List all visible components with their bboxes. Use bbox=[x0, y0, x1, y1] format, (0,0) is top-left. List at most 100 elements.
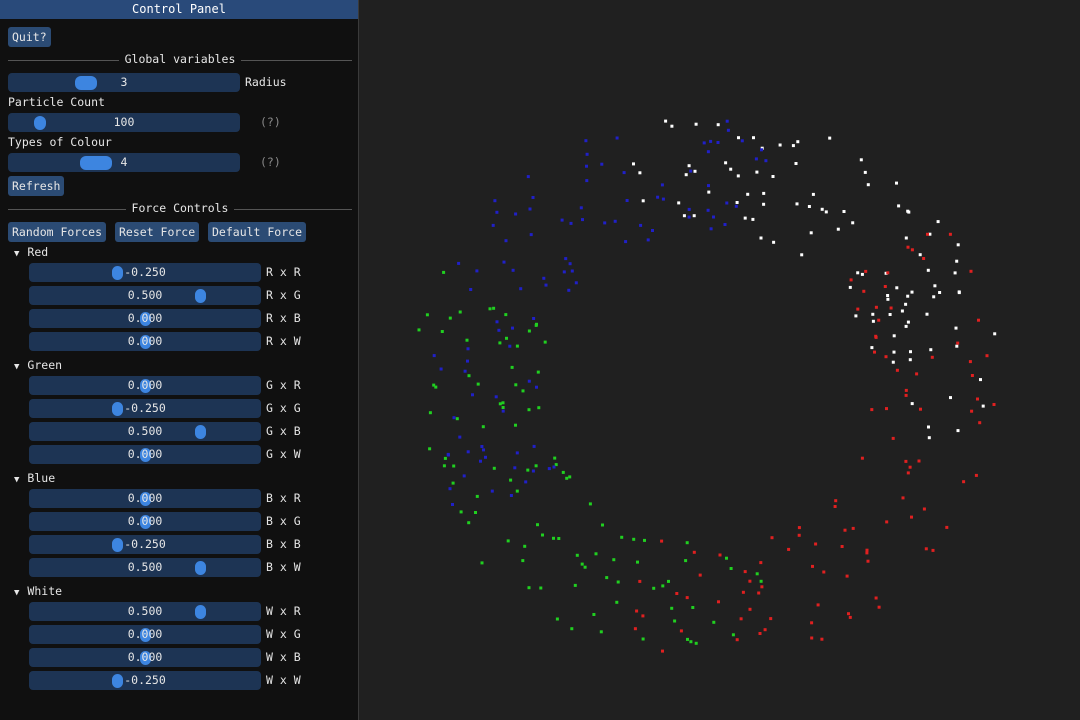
random-forces-button[interactable]: Random Forces bbox=[8, 222, 107, 242]
particle bbox=[755, 170, 759, 174]
particle bbox=[660, 539, 664, 543]
particle bbox=[752, 136, 755, 140]
force-slider-wxw[interactable]: -0.250 bbox=[29, 671, 261, 690]
refresh-button[interactable]: Refresh bbox=[8, 176, 65, 196]
particle bbox=[931, 548, 935, 552]
tree-node-label: White bbox=[27, 584, 63, 598]
colour-types-help[interactable]: (?) bbox=[260, 153, 281, 172]
reset-force-button[interactable]: Reset Force bbox=[115, 222, 200, 242]
particle bbox=[962, 480, 966, 484]
particle bbox=[936, 220, 940, 224]
force-value: 0.000 bbox=[127, 627, 163, 641]
particle bbox=[514, 212, 518, 216]
tree-node-blue[interactable]: ▼ Blue bbox=[14, 469, 55, 489]
chevron-down-icon: ▼ bbox=[14, 362, 20, 372]
particle bbox=[897, 204, 901, 208]
particle bbox=[560, 218, 564, 222]
particle bbox=[513, 466, 517, 470]
force-label: W x W bbox=[266, 673, 301, 687]
particle bbox=[497, 328, 501, 332]
force-slider-gxb[interactable]: 0.500 bbox=[29, 422, 261, 441]
force-label: R x B bbox=[266, 311, 301, 325]
particle bbox=[910, 515, 913, 519]
particle bbox=[555, 617, 559, 621]
particle bbox=[685, 596, 689, 600]
particle bbox=[536, 523, 539, 527]
particle bbox=[955, 259, 959, 263]
force-slider-bxb[interactable]: -0.250 bbox=[29, 535, 261, 554]
particle bbox=[432, 354, 436, 358]
force-slider-gxw[interactable]: 0.000 bbox=[29, 445, 261, 464]
tree-node-white[interactable]: ▼ White bbox=[14, 582, 62, 602]
particle bbox=[467, 521, 471, 525]
particle bbox=[466, 359, 469, 363]
tree-node-green[interactable]: ▼ Green bbox=[14, 356, 62, 376]
force-slider-gxg[interactable]: -0.250 bbox=[29, 399, 261, 418]
force-value: 0.000 bbox=[127, 378, 163, 392]
particle-count-slider[interactable]: 100 bbox=[8, 113, 240, 132]
force-slider-gxr[interactable]: 0.000 bbox=[29, 376, 261, 395]
force-slider-wxg[interactable]: 0.000 bbox=[29, 625, 261, 644]
particle bbox=[873, 350, 876, 354]
particle bbox=[684, 173, 688, 177]
particle bbox=[557, 537, 561, 540]
particle bbox=[670, 124, 674, 128]
force-slider-bxg[interactable]: 0.000 bbox=[29, 512, 261, 531]
colour-types-slider[interactable]: 4 bbox=[8, 153, 240, 172]
force-slider-rxb[interactable]: 0.000 bbox=[29, 309, 261, 328]
tree-node-label: Blue bbox=[27, 471, 56, 485]
force-label: G x R bbox=[266, 378, 301, 392]
force-label: B x R bbox=[266, 491, 301, 505]
force-value: 0.500 bbox=[127, 288, 163, 302]
particle bbox=[702, 141, 706, 145]
particle bbox=[446, 453, 450, 457]
particle bbox=[706, 150, 710, 154]
particle bbox=[932, 295, 936, 299]
particle bbox=[620, 535, 624, 539]
particle bbox=[465, 338, 469, 342]
particle bbox=[592, 613, 596, 616]
default-force-button[interactable]: Default Force bbox=[208, 222, 307, 242]
particle bbox=[536, 370, 540, 374]
particle bbox=[451, 503, 454, 506]
particle bbox=[908, 465, 912, 469]
particle bbox=[689, 169, 693, 173]
particle bbox=[588, 502, 592, 506]
particle-count-help[interactable]: (?) bbox=[260, 113, 281, 132]
particle bbox=[580, 562, 584, 566]
tree-node-red[interactable]: ▼ Red bbox=[14, 243, 48, 263]
force-value: 0.500 bbox=[127, 604, 163, 618]
force-slider-wxr[interactable]: 0.500 bbox=[29, 602, 261, 621]
particle bbox=[633, 627, 637, 631]
particle bbox=[863, 170, 867, 174]
force-slider-rxg[interactable]: 0.500 bbox=[29, 286, 261, 305]
radius-slider[interactable]: 3 bbox=[8, 73, 240, 92]
particle bbox=[874, 596, 878, 600]
particle bbox=[910, 290, 914, 294]
quit-button[interactable]: Quit? bbox=[8, 27, 51, 47]
particle bbox=[707, 190, 711, 194]
particle bbox=[886, 294, 890, 297]
particle bbox=[981, 404, 985, 408]
particle bbox=[579, 206, 583, 210]
force-slider-rxw[interactable]: 0.000 bbox=[29, 332, 261, 351]
particle bbox=[762, 202, 766, 206]
particle bbox=[527, 329, 531, 333]
window-title[interactable]: Control Panel bbox=[0, 0, 358, 19]
force-slider-bxw[interactable]: 0.500 bbox=[29, 558, 261, 577]
particle bbox=[974, 473, 978, 477]
particle-count-title: Particle Count bbox=[8, 95, 105, 109]
particle bbox=[895, 368, 899, 372]
particle bbox=[759, 236, 763, 240]
particle bbox=[729, 567, 733, 570]
particle bbox=[539, 586, 543, 590]
particle bbox=[428, 447, 432, 451]
particle bbox=[670, 606, 674, 610]
force-slider-bxr[interactable]: 0.000 bbox=[29, 489, 261, 508]
particle bbox=[585, 164, 588, 168]
force-slider-rxr[interactable]: -0.250 bbox=[29, 263, 261, 282]
particle bbox=[455, 417, 459, 421]
particle bbox=[904, 236, 908, 240]
force-slider-wxb[interactable]: 0.000 bbox=[29, 648, 261, 667]
particle bbox=[816, 603, 820, 607]
